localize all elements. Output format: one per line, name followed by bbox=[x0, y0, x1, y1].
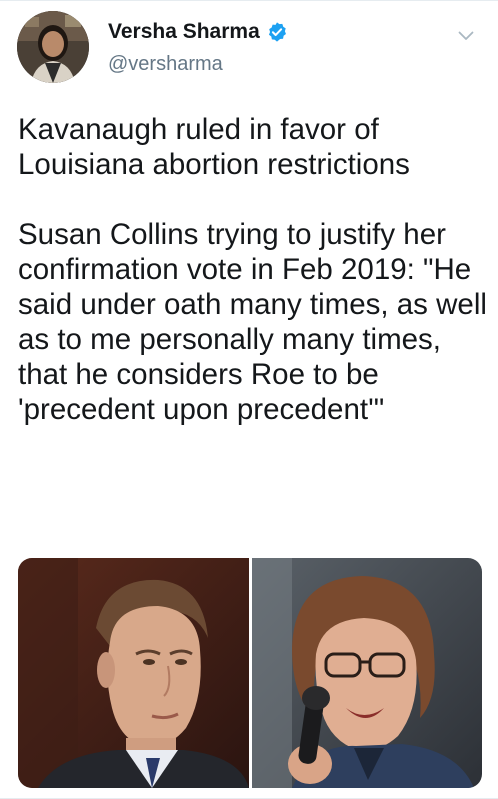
author-block: Versha Sharma @versharma bbox=[108, 17, 288, 76]
tweet-paragraph: Kavanaugh ruled in favor of Louisiana ab… bbox=[18, 113, 410, 181]
name-row: Versha Sharma bbox=[108, 17, 288, 47]
tweet-paragraph: Susan Collins trying to justify her conf… bbox=[18, 218, 496, 426]
verified-badge-icon bbox=[266, 21, 288, 43]
author-avatar[interactable] bbox=[17, 11, 89, 83]
avatar-photo bbox=[17, 11, 89, 83]
tweet-text: Kavanaugh ruled in favor of Louisiana ab… bbox=[18, 112, 488, 427]
media-photo-left[interactable] bbox=[18, 558, 249, 788]
author-handle[interactable]: @versharma bbox=[108, 53, 288, 76]
chevron-down-icon[interactable] bbox=[458, 28, 474, 40]
tweet-media bbox=[18, 558, 482, 788]
media-photo-right[interactable] bbox=[251, 558, 483, 788]
top-divider bbox=[0, 0, 498, 1]
author-display-name[interactable]: Versha Sharma bbox=[108, 20, 260, 44]
